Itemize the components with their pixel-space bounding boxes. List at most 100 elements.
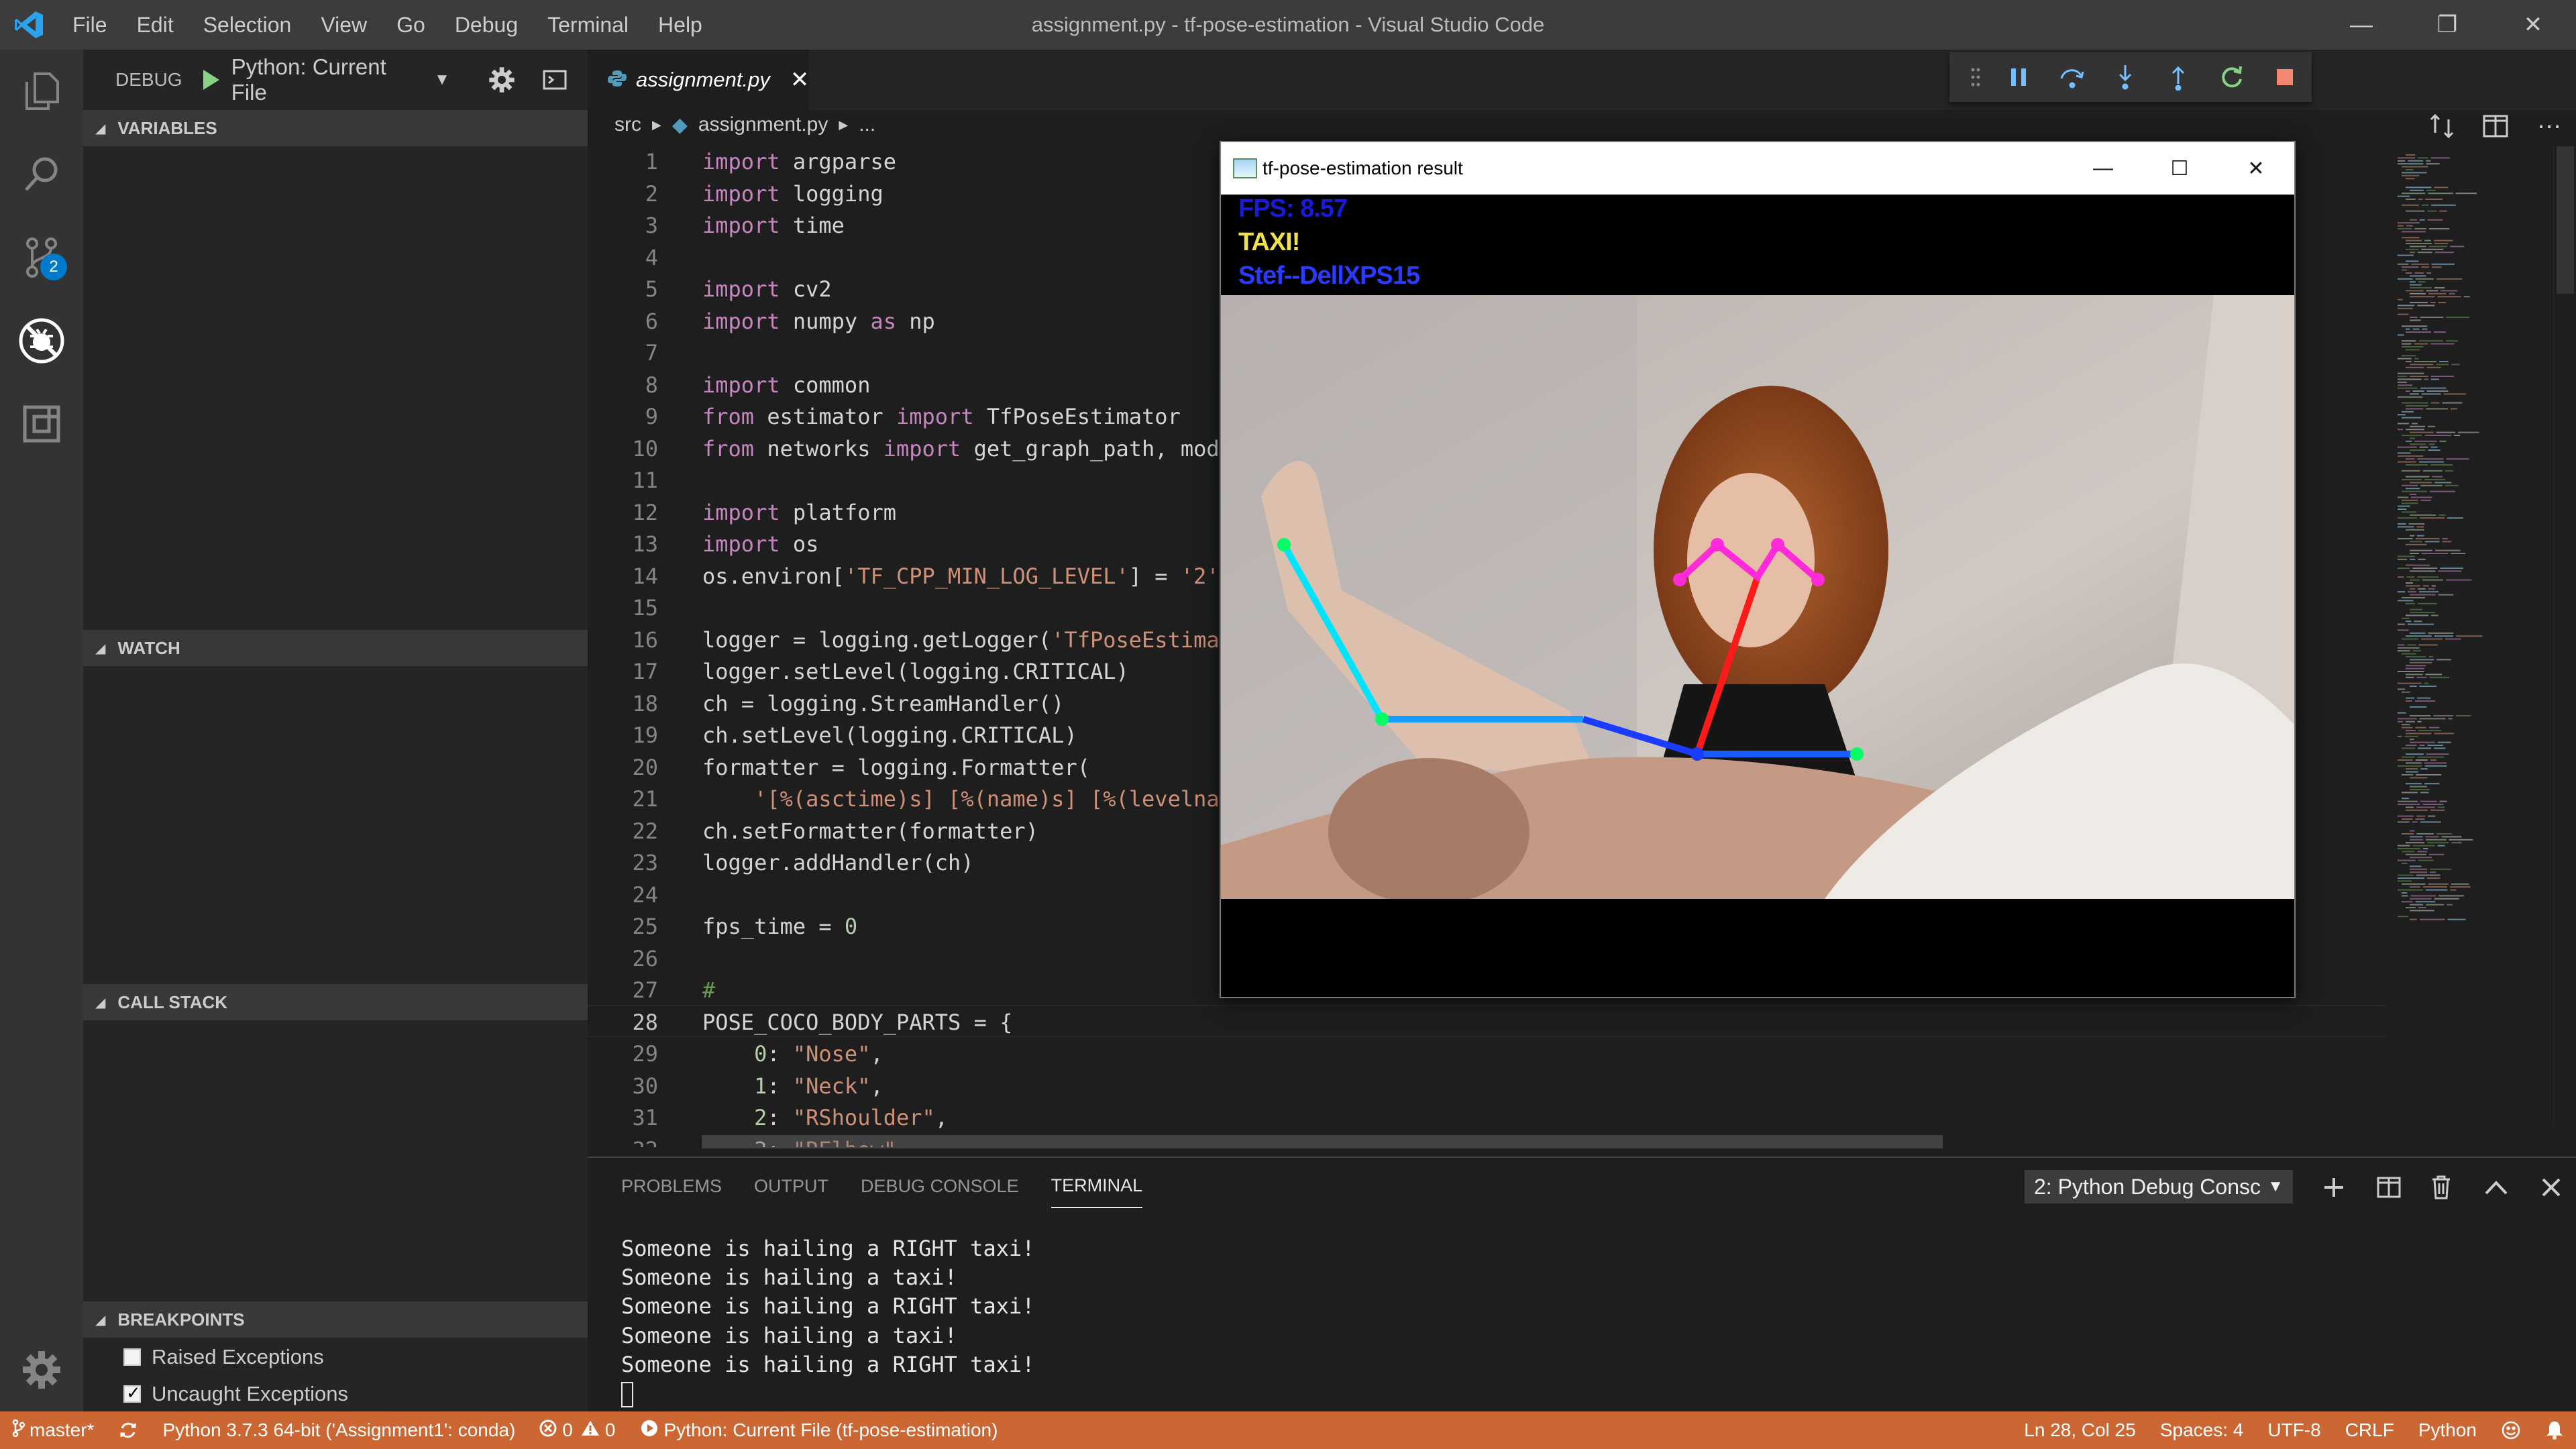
- code-line[interactable]: 23 logger.addHandler(ch): [588, 847, 973, 879]
- settings-gear-icon[interactable]: [482, 60, 522, 100]
- step-into-icon[interactable]: [2098, 52, 2151, 102]
- checkbox-checked[interactable]: [123, 1383, 141, 1403]
- code-line[interactable]: 31 2: "RShoulder",: [588, 1102, 948, 1134]
- stop-icon[interactable]: [2259, 52, 2312, 102]
- code-line[interactable]: 28 POSE_COCO_BODY_PARTS = {: [588, 1007, 1012, 1039]
- watch-section-header[interactable]: ◢ WATCH: [83, 630, 588, 666]
- code-line[interactable]: 24: [588, 879, 658, 912]
- explorer-icon[interactable]: [0, 50, 83, 133]
- cursor-position[interactable]: Ln 28, Col 25: [2012, 1419, 2148, 1441]
- code-line[interactable]: 3 import time: [588, 210, 845, 242]
- debug-console-icon[interactable]: [535, 60, 574, 100]
- code-line[interactable]: 5 import cv2: [588, 274, 832, 306]
- breadcrumb-file[interactable]: assignment.py: [698, 113, 828, 136]
- code-line[interactable]: 26: [588, 943, 658, 975]
- problems-summary[interactable]: 0 0: [527, 1419, 627, 1442]
- open-changes-icon[interactable]: [2415, 106, 2469, 146]
- debug-icon[interactable]: [0, 299, 83, 382]
- sync-icon[interactable]: [106, 1420, 150, 1440]
- line-ending[interactable]: CRLF: [2333, 1419, 2406, 1441]
- menu-terminal[interactable]: Terminal: [533, 0, 643, 50]
- split-editor-icon[interactable]: [2469, 106, 2522, 146]
- code-line[interactable]: 2 import logging: [588, 178, 883, 211]
- checkbox[interactable]: [123, 1348, 141, 1366]
- kill-terminal-trash-icon[interactable]: [2418, 1167, 2465, 1208]
- tab-debug-console[interactable]: DEBUG CONSOLE: [861, 1165, 1019, 1208]
- debug-target-item[interactable]: Python: Current File (tf-pose-estimation…: [628, 1419, 1010, 1442]
- menu-go[interactable]: Go: [382, 0, 440, 50]
- breadcrumb-symbol[interactable]: ...: [859, 113, 875, 136]
- menu-help[interactable]: Help: [643, 0, 717, 50]
- code-line[interactable]: 27 #: [588, 975, 715, 1007]
- code-line[interactable]: 32 3: "RElbow",: [588, 1134, 909, 1148]
- code-line[interactable]: 11: [588, 465, 658, 497]
- close-window-button[interactable]: ✕: [2218, 142, 2294, 195]
- code-line[interactable]: 17 logger.setLevel(logging.CRITICAL): [588, 656, 1128, 688]
- code-line[interactable]: 16 logger = logging.getLogger('TfPoseEsti…: [588, 625, 1219, 657]
- menu-debug[interactable]: Debug: [440, 0, 533, 50]
- restore-button[interactable]: ❐: [2404, 0, 2490, 50]
- pause-icon[interactable]: [1992, 52, 2045, 102]
- pose-result-window[interactable]: tf-pose-estimation result — ☐ ✕ FPS: 8.5…: [1220, 141, 2296, 998]
- indentation[interactable]: Spaces: 4: [2148, 1419, 2256, 1441]
- git-branch-item[interactable]: master*: [0, 1419, 106, 1442]
- code-line[interactable]: 4: [588, 242, 658, 274]
- extensions-icon[interactable]: [0, 382, 83, 466]
- manage-gear-icon[interactable]: [0, 1328, 83, 1411]
- tab-assignment-py[interactable]: assignment.py ✕: [588, 50, 809, 110]
- terminal-output[interactable]: Someone is hailing a RIGHT taxi! Someone …: [621, 1234, 1035, 1408]
- code-line[interactable]: 1 import argparse: [588, 146, 896, 178]
- code-line[interactable]: 22 ch.setFormatter(formatter): [588, 816, 1038, 848]
- code-line[interactable]: 10 from networks import get_graph_path, m…: [588, 433, 1219, 466]
- code-line[interactable]: 19 ch.setLevel(logging.CRITICAL): [588, 720, 1077, 752]
- step-over-icon[interactable]: [2045, 52, 2098, 102]
- step-out-icon[interactable]: [2152, 52, 2205, 102]
- chevron-down-icon[interactable]: ▼: [434, 70, 450, 89]
- code-line[interactable]: 20 formatter = logging.Formatter(: [588, 752, 1090, 784]
- start-debugging-play-icon[interactable]: [199, 66, 225, 93]
- language-mode[interactable]: Python: [2406, 1419, 2489, 1441]
- close-tab-icon[interactable]: ✕: [790, 66, 810, 93]
- code-line[interactable]: 9 from estimator import TfPoseEstimator: [588, 401, 1181, 433]
- tab-problems[interactable]: PROBLEMS: [621, 1165, 722, 1208]
- result-window-titlebar[interactable]: tf-pose-estimation result — ☐ ✕: [1221, 142, 2294, 195]
- code-line[interactable]: 14 os.environ['TF_CPP_MIN_LOG_LEVEL'] = '…: [588, 561, 1219, 593]
- code-line[interactable]: 25 fps_time = 0: [588, 911, 857, 943]
- close-window-button[interactable]: ✕: [2490, 0, 2576, 50]
- code-line[interactable]: 21 '[%(asctime)s] [%(name)s] [%(levelna: [588, 784, 1219, 816]
- code-line[interactable]: 7: [588, 337, 658, 370]
- menu-selection[interactable]: Selection: [189, 0, 307, 50]
- call-stack-section-header[interactable]: ◢ CALL STACK: [83, 984, 588, 1020]
- notifications-bell-icon[interactable]: [2533, 1420, 2576, 1440]
- minimize-button[interactable]: —: [2065, 142, 2141, 195]
- breadcrumb-src[interactable]: src: [614, 113, 641, 136]
- drag-handle-icon[interactable]: [1959, 52, 1992, 102]
- maximize-button[interactable]: ☐: [2141, 142, 2218, 195]
- search-icon[interactable]: [0, 133, 83, 216]
- horizontal-scrollbar[interactable]: [702, 1135, 1943, 1148]
- python-interpreter[interactable]: Python 3.7.3 64-bit ('Assignment1': cond…: [150, 1419, 527, 1441]
- variables-section-header[interactable]: ◢ VARIABLES: [83, 110, 588, 146]
- encoding[interactable]: UTF-8: [2255, 1419, 2332, 1441]
- code-line[interactable]: 13 import os: [588, 529, 818, 561]
- minimap[interactable]: [2388, 146, 2552, 1126]
- close-panel-icon[interactable]: [2528, 1167, 2575, 1208]
- menu-view[interactable]: View: [306, 0, 382, 50]
- code-line[interactable]: 12 import platform: [588, 497, 896, 529]
- debug-config-select[interactable]: Python: Current File: [231, 54, 423, 105]
- code-line[interactable]: 29 0: "Nose",: [588, 1038, 883, 1071]
- code-line[interactable]: 6 import numpy as np: [588, 306, 935, 338]
- code-line[interactable]: 30 1: "Neck",: [588, 1071, 883, 1103]
- tab-output[interactable]: OUTPUT: [754, 1165, 828, 1208]
- new-terminal-plus-icon[interactable]: [2310, 1167, 2357, 1208]
- code-line[interactable]: 8 import common: [588, 370, 871, 402]
- breakpoint-uncaught-exceptions[interactable]: Uncaught Exceptions: [123, 1376, 348, 1412]
- maximize-panel-chevron-up-icon[interactable]: [2473, 1167, 2520, 1208]
- breakpoint-raised-exceptions[interactable]: Raised Exceptions: [123, 1339, 324, 1375]
- feedback-smiley-icon[interactable]: [2489, 1420, 2533, 1440]
- menu-file[interactable]: File: [58, 0, 122, 50]
- minimize-button[interactable]: —: [2318, 0, 2404, 50]
- split-terminal-icon[interactable]: [2365, 1167, 2412, 1208]
- code-line[interactable]: 15: [588, 592, 658, 625]
- source-control-icon[interactable]: 2: [0, 216, 83, 299]
